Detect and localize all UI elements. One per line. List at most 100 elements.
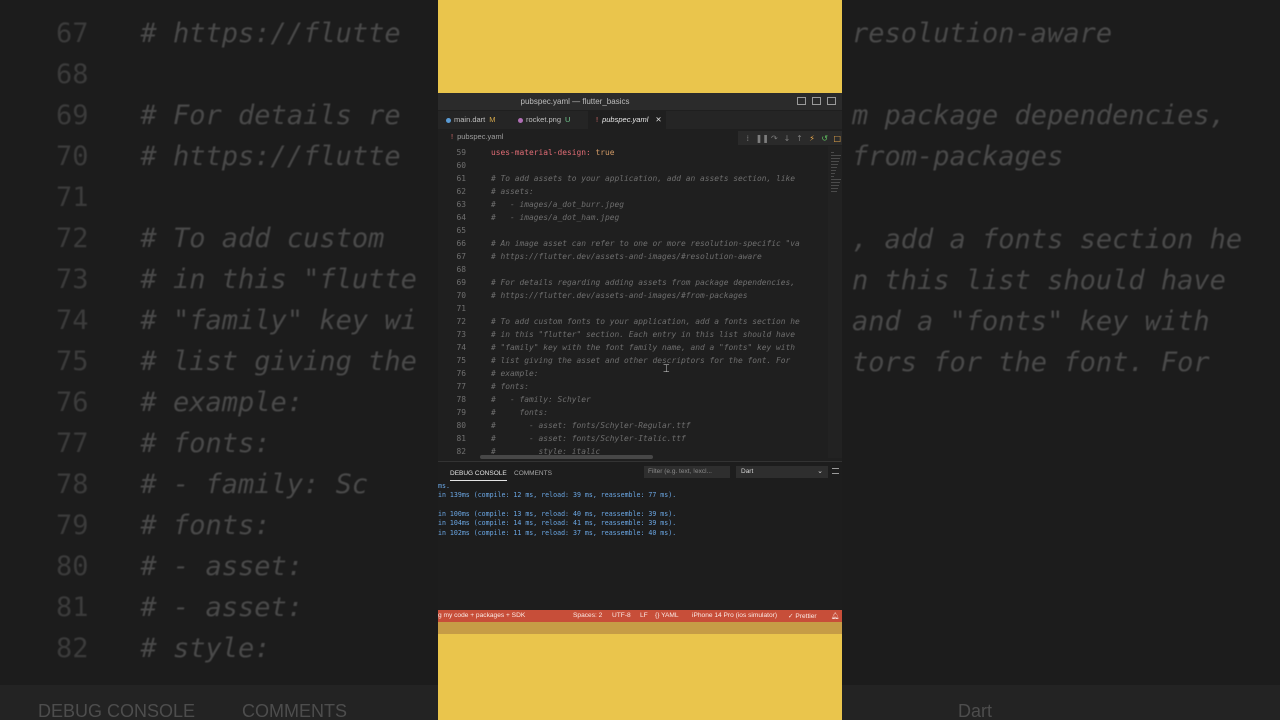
line-number: 61 xyxy=(456,174,466,183)
backdrop-line-text: # https://flutte xyxy=(140,18,401,49)
code-line: 61 # To add assets to your application, a… xyxy=(438,172,828,185)
backdrop-right-text: tors for the font. For xyxy=(852,347,1210,378)
minimap[interactable] xyxy=(828,146,842,458)
code-line: 76 # example: xyxy=(438,367,828,380)
debug-session-select[interactable]: Dart ⌄ xyxy=(736,466,828,478)
line-number: 69 xyxy=(456,278,466,287)
toggle-panel-icon[interactable] xyxy=(812,97,821,105)
backdrop-line-number: 71 xyxy=(56,182,89,213)
status-indentation[interactable]: Spaces: 2 xyxy=(573,612,602,619)
line-number: 80 xyxy=(456,421,466,430)
tab-main-dart[interactable]: main.dart M xyxy=(438,111,506,129)
code-line: 80 # - asset: fonts/Schyler-Regular.ttf xyxy=(438,419,828,432)
backdrop-line-text: # fonts: xyxy=(140,428,271,459)
backdrop-line-text: # https://flutte xyxy=(140,141,401,172)
backdrop-line-text: # To add custom xyxy=(140,223,385,254)
code-line: 78 # - family: Schyler xyxy=(438,393,828,406)
line-number: 79 xyxy=(456,408,466,417)
code-line: 69 # For details regarding adding assets … xyxy=(438,276,828,289)
backdrop-right-text: , add a fonts section he xyxy=(852,224,1243,255)
step-out-icon[interactable]: ↑ xyxy=(795,134,805,143)
backdrop-line-number: 74 xyxy=(56,305,89,336)
tab-comments[interactable]: COMMENTS xyxy=(514,470,552,477)
code-line: 59 uses-material-design: true xyxy=(438,146,828,159)
backdrop-line-number: 76 xyxy=(56,387,89,418)
step-into-icon[interactable]: ↓ xyxy=(782,134,792,143)
line-text: # - images/a_dot_ham.jpeg xyxy=(491,213,620,222)
line-text: # "family" key with the font family name… xyxy=(491,343,796,352)
drag-handle-icon[interactable]: ⁞ xyxy=(743,134,753,143)
backdrop-code-line: 68 xyxy=(56,59,141,90)
backdrop-panel-label: COMMENTS xyxy=(242,701,347,720)
code-line: 72 # To add custom fonts to your applicat… xyxy=(438,315,828,328)
status-bar: g my code + packages + SDK Spaces: 2 UTF… xyxy=(438,610,842,622)
code-editor[interactable]: 59 uses-material-design: true 60 61 # To add… xyxy=(438,146,828,458)
backdrop-code-line: 82 # style: xyxy=(56,633,271,664)
backdrop-code-line: 80 # - asset: xyxy=(56,551,303,582)
backdrop-line-text: # - family: Sc xyxy=(140,469,369,500)
backdrop-line-text: # in this "flutte xyxy=(140,264,417,295)
debug-toolbar: ⁞ ❚❚ ↷ ↓ ↑ ⚡ ↺ □ xyxy=(738,131,842,145)
bottom-panel: DEBUG CONSOLE COMMENTS Filter (e.g. text… xyxy=(438,461,842,610)
status-device[interactable]: iPhone 14 Pro (ios simulator) xyxy=(692,612,777,619)
panel-menu-icon[interactable] xyxy=(832,468,839,474)
backdrop-right-text: from-packages xyxy=(852,141,1064,172)
toggle-secondary-sidebar-icon[interactable] xyxy=(827,97,836,105)
minimap-line xyxy=(831,161,839,162)
notifications-icon[interactable]: 🔔︎ xyxy=(831,612,839,620)
backdrop-line-text: # fonts: xyxy=(140,510,271,541)
line-number: 62 xyxy=(456,187,466,196)
breadcrumb[interactable]: ! pubspec.yaml xyxy=(451,132,503,141)
minimap-line xyxy=(831,182,840,183)
status-debug-mode[interactable]: g my code + packages + SDK xyxy=(438,612,525,619)
backdrop-line-text: # list giving the xyxy=(140,346,417,377)
status-language[interactable]: {} YAML xyxy=(655,612,679,619)
backdrop-line-number: 75 xyxy=(56,346,89,377)
status-prettier[interactable]: ✓ Prettier xyxy=(788,612,817,620)
hot-restart-icon[interactable]: ↺ xyxy=(820,134,830,143)
line-number: 65 xyxy=(456,226,466,235)
text-cursor-icon: ⌶ xyxy=(663,362,670,375)
code-line: 68 xyxy=(438,263,828,276)
close-tab-icon[interactable]: ✕ xyxy=(655,115,661,124)
stop-icon[interactable]: □ xyxy=(832,134,842,143)
backdrop-line-number: 79 xyxy=(56,510,89,541)
line-text: # An image asset can refer to one or mor… xyxy=(491,239,800,248)
tab-rocket-png[interactable]: rocket.png U xyxy=(510,111,588,129)
console-line: in 139ms (compile: 12 ms, reload: 39 ms,… xyxy=(438,491,677,500)
line-text: # fonts: xyxy=(491,382,530,391)
step-over-icon[interactable]: ↷ xyxy=(770,134,780,143)
line-text: # For details regarding adding assets fr… xyxy=(491,278,796,287)
horizontal-scrollbar[interactable] xyxy=(480,455,653,459)
line-number: 78 xyxy=(456,395,466,404)
backdrop-code-line: 81 # - asset: xyxy=(56,592,303,623)
backdrop-line-number: 72 xyxy=(56,223,89,254)
backdrop-line-number: 78 xyxy=(56,469,89,500)
status-eol[interactable]: LF xyxy=(640,612,648,619)
backdrop-code-line: 74 # "family" key wi xyxy=(56,305,417,336)
status-encoding[interactable]: UTF-8 xyxy=(612,612,631,619)
hot-reload-icon[interactable]: ⚡ xyxy=(807,134,817,143)
line-number: 82 xyxy=(456,447,466,456)
tab-pubspec-yaml[interactable]: ! pubspec.yaml ✕ xyxy=(588,111,666,129)
line-text: # example: xyxy=(491,369,539,378)
code-line: 75 # list giving the asset and other desc… xyxy=(438,354,828,367)
code-line: 63 # - images/a_dot_burr.jpeg xyxy=(438,198,828,211)
tab-debug-console[interactable]: DEBUG CONSOLE xyxy=(450,470,507,481)
code-line: 60 xyxy=(438,159,828,172)
layout-controls xyxy=(797,97,836,105)
backdrop-line-number: 81 xyxy=(56,592,89,623)
line-text: # - family: Schyler xyxy=(491,395,591,404)
line-text: # - asset: fonts/Schyler-Regular.ttf xyxy=(491,421,691,430)
backdrop-right-text: and a "fonts" key with xyxy=(852,306,1210,337)
pause-icon[interactable]: ❚❚ xyxy=(756,134,769,143)
video-frame: pubspec.yaml — flutter_basics main.dart M… xyxy=(438,0,842,720)
dart-file-icon xyxy=(446,117,451,123)
toggle-sidebar-icon[interactable] xyxy=(797,97,806,105)
console-filter-input[interactable]: Filter (e.g. text, !excl... xyxy=(644,466,730,478)
line-text: # To add custom fonts to your applicatio… xyxy=(491,317,800,326)
vscode-window: pubspec.yaml — flutter_basics main.dart M… xyxy=(438,93,842,622)
line-number: 59 xyxy=(456,148,466,157)
code-line: 65 xyxy=(438,224,828,237)
backdrop-code-line: 67 # https://flutte xyxy=(56,18,401,49)
